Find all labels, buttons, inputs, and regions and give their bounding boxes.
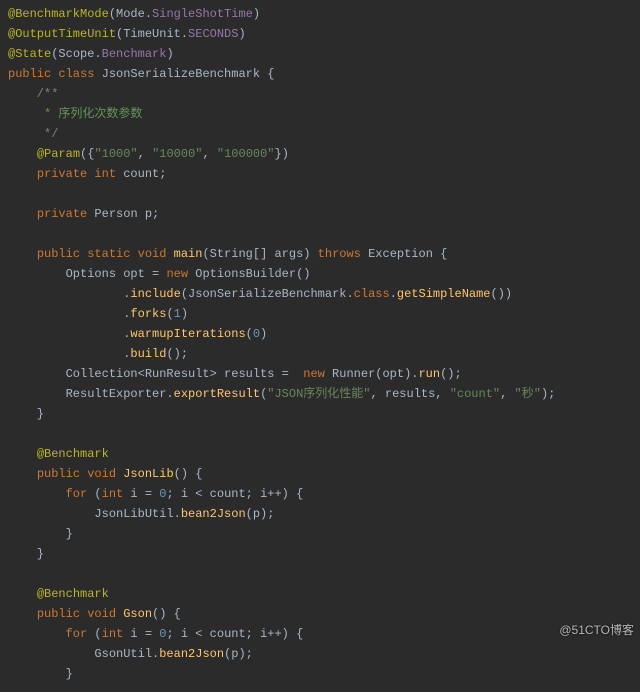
doc-comment: */ [8, 127, 58, 141]
annotation: @Benchmark [37, 587, 109, 601]
watermark: @51CTO博客 [559, 621, 634, 638]
annotation: @BenchmarkMode [8, 7, 109, 21]
annotation: @State [8, 47, 51, 61]
code-block: @BenchmarkMode(Mode.SingleShotTime) @Out… [0, 0, 640, 692]
doc-comment: * 序列化次数参数 [8, 107, 142, 121]
annotation: @Benchmark [37, 447, 109, 461]
annotation: @Param [37, 147, 80, 161]
annotation: @OutputTimeUnit [8, 27, 116, 41]
doc-comment: /** [8, 87, 58, 101]
